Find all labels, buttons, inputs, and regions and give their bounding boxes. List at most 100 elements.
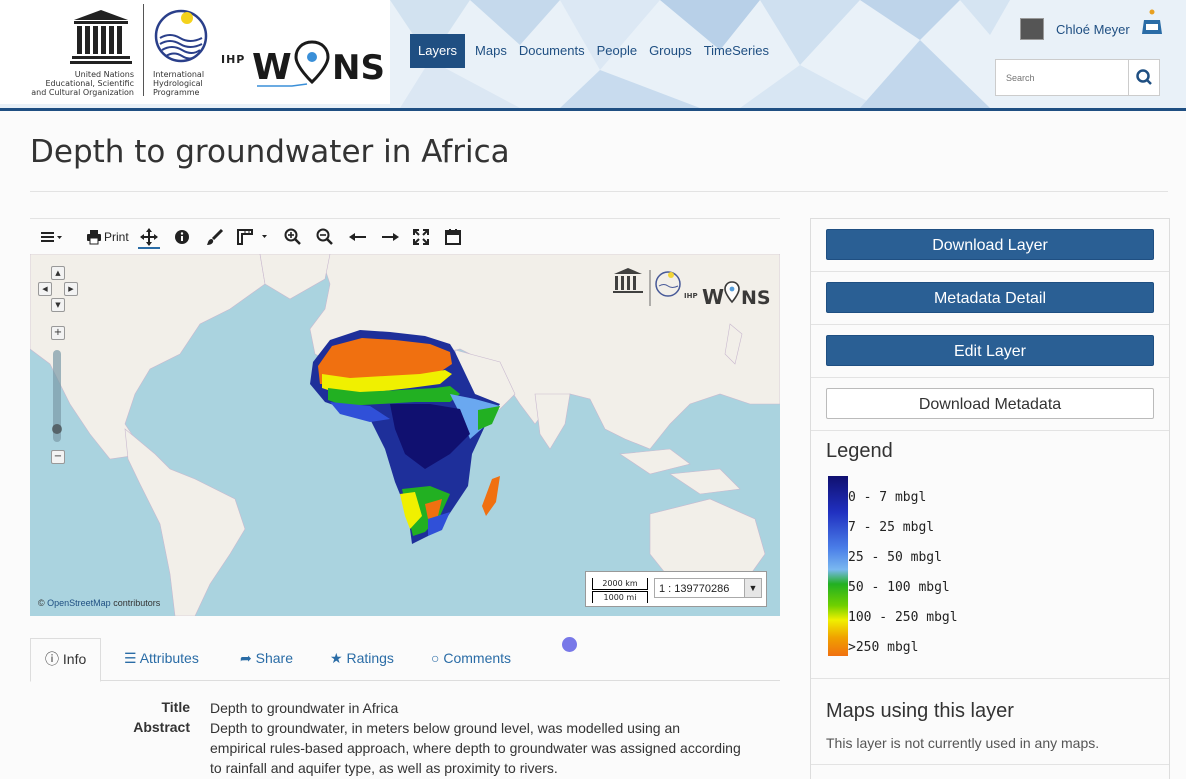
scale-bar-mi: 1000 mi [592, 591, 648, 603]
list-icon: ☰ [124, 650, 137, 666]
download-metadata-row: Download Metadata [811, 378, 1169, 431]
svg-text:W: W [702, 285, 724, 309]
search-input[interactable] [1004, 68, 1124, 88]
paint-brush-icon [207, 228, 224, 245]
info-icon: ⓘ [45, 651, 59, 667]
identify-button[interactable] [174, 227, 190, 247]
legend-label-1: 7 - 25 mbgl [848, 520, 935, 535]
nav-people[interactable]: People [591, 34, 643, 68]
nav-groups[interactable]: Groups [643, 34, 698, 68]
title-divider [30, 191, 1168, 192]
zoom-in-icon [284, 228, 301, 245]
abstract-label: Abstract [133, 719, 190, 735]
maps-using-layer-text: This layer is not currently used in any … [826, 735, 1100, 751]
measure-button[interactable] [236, 227, 270, 247]
openstreetmap-link[interactable]: OpenStreetMap [47, 598, 111, 608]
measure-icon [237, 229, 267, 245]
pan-down-button[interactable]: ▼ [51, 298, 65, 312]
attribution-suffix: contributors [113, 598, 161, 608]
legend-color-ramp [828, 476, 848, 656]
unesco-logo [70, 10, 132, 64]
legend-label-2: 25 - 50 mbgl [848, 550, 942, 565]
user-menu[interactable]: Chloé Meyer [1020, 18, 1130, 40]
zoom-slider-handle[interactable] [52, 424, 62, 434]
fullscreen-button[interactable] [412, 227, 430, 247]
tab-ratings-label: Ratings [346, 650, 394, 666]
menu-icon [41, 232, 62, 242]
print-icon [87, 230, 101, 245]
map-navigation: ▲ ◀ ▶ ▼ + − [38, 264, 78, 464]
main-nav: Layers Maps Documents People Groups Time… [410, 34, 775, 68]
pan-icon [140, 228, 158, 246]
abstract-line-2: empirical rules-based approach, where de… [210, 740, 741, 756]
scale-ratio: 1 : 139770286 [659, 583, 730, 595]
tab-attributes[interactable]: ☰ Attributes [124, 638, 199, 678]
ihp-label: IHP [221, 53, 246, 66]
tab-ratings[interactable]: ★ Ratings [330, 638, 394, 678]
legend-label-5: >250 mbgl [848, 640, 919, 655]
maps-divider [811, 763, 1169, 765]
search-button[interactable] [1128, 60, 1159, 95]
tab-comments[interactable]: ○ Comments [431, 638, 511, 678]
legend-label-0: 0 - 7 mbgl [848, 490, 927, 505]
style-button[interactable] [206, 227, 224, 247]
nav-timeseries[interactable]: TimeSeries [698, 34, 775, 68]
print-label: Print [104, 230, 129, 244]
scale-bar: 2000 km 1000 mi [592, 578, 648, 603]
comment-icon: ○ [431, 650, 440, 666]
edit-layer-button[interactable]: Edit Layer [826, 335, 1154, 366]
nav-documents[interactable]: Documents [513, 34, 591, 68]
user-name[interactable]: Chloé Meyer [1056, 22, 1130, 37]
layer-sidebar: Download Layer Metadata Detail Edit Laye… [810, 218, 1170, 779]
map-toolbar: Print [30, 218, 780, 255]
unesco-org-text: United Nations Educational, Scientific a… [31, 70, 134, 97]
timeline-button[interactable] [444, 227, 462, 247]
notification-icon[interactable] [1140, 8, 1164, 38]
forward-button[interactable] [380, 227, 400, 247]
calendar-icon [445, 229, 461, 245]
zoom-out-button[interactable] [316, 227, 334, 247]
print-button[interactable]: Print [86, 227, 129, 247]
back-button[interactable] [348, 227, 368, 247]
tab-share-label: Share [255, 650, 293, 666]
back-icon [349, 233, 366, 241]
map-zoom-in-button[interactable]: + [51, 326, 65, 340]
map-viewer[interactable]: ▲ ◀ ▶ ▼ + − IHP W NS 2000 km 1000 mi 1:… [30, 254, 780, 616]
star-icon: ★ [330, 650, 343, 666]
logo-panel: United Nations Educational, Scientific a… [0, 0, 390, 104]
info-icon [175, 230, 189, 244]
nav-maps[interactable]: Maps [469, 34, 513, 68]
metadata-detail-button[interactable]: Metadata Detail [826, 282, 1154, 313]
zoom-in-button[interactable] [284, 227, 302, 247]
map-zoom-out-button[interactable]: − [51, 450, 65, 464]
nav-layers[interactable]: Layers [410, 34, 466, 68]
menu-button[interactable] [40, 227, 64, 247]
abstract-line-3: to rainfall and aquifer type, as well as… [210, 760, 558, 776]
tab-share[interactable]: ➦ Share [240, 638, 293, 678]
pan-up-button[interactable]: ▲ [51, 266, 65, 280]
avatar[interactable] [1020, 18, 1044, 40]
fullscreen-icon [413, 229, 429, 245]
search-box [995, 59, 1160, 96]
download-metadata-button[interactable]: Download Metadata [826, 388, 1154, 419]
title-label: Title [161, 699, 190, 715]
pan-right-button[interactable]: ▶ [64, 282, 78, 296]
svg-text:W: W [252, 47, 292, 88]
layer-tabs: ⓘ Info ☰ Attributes ➦ Share ★ Ratings ○ … [30, 638, 780, 682]
ihp-org-text: International Hydrological Programme [153, 70, 205, 97]
download-layer-button[interactable]: Download Layer [826, 229, 1154, 260]
search-icon [1136, 69, 1152, 85]
download-layer-row: Download Layer [811, 219, 1169, 272]
forward-icon [382, 233, 399, 241]
svg-text:NS: NS [741, 287, 771, 309]
scale-control: 2000 km 1000 mi 1 : 139770286 ▼ [585, 571, 767, 607]
scale-select[interactable]: 1 : 139770286 ▼ [654, 578, 762, 598]
tab-comments-label: Comments [443, 650, 512, 666]
svg-text:IHP: IHP [684, 292, 698, 300]
legend-divider [811, 677, 1169, 679]
attribution-prefix: © [38, 598, 45, 608]
tab-info[interactable]: ⓘ Info [30, 638, 102, 682]
pan-button[interactable] [138, 227, 160, 249]
legend-label-4: 100 - 250 mbgl [848, 610, 958, 625]
pan-left-button[interactable]: ◀ [38, 282, 52, 296]
